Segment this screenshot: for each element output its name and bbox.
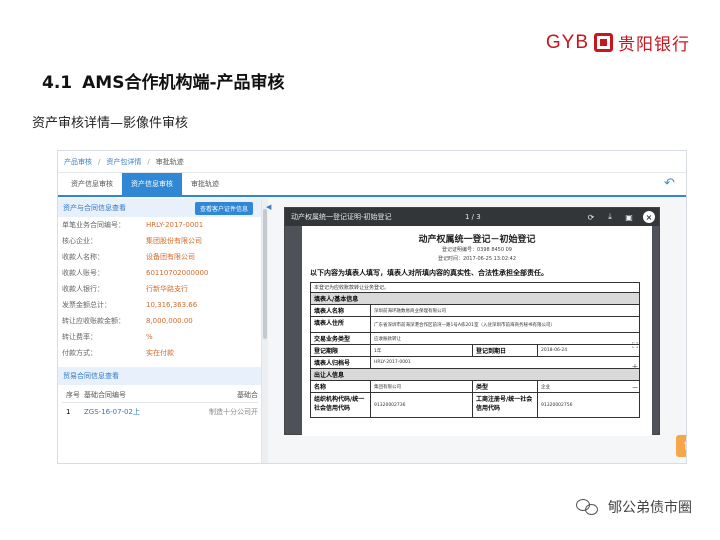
app-screenshot: 产品审核 / 资产包详情 / 审批轨迹 资产信息审核 资产信息审核 审批轨迹 ↶…: [57, 150, 687, 464]
logo-text-cn: 贵阳银行: [618, 35, 690, 55]
viewer-toolbar: 动产权属统一登记证明-初始登记 1 / 3 ⟳ ⤓ ▣ ×: [285, 208, 659, 226]
close-icon[interactable]: ×: [643, 211, 655, 223]
tab-asset-info[interactable]: 资产信息审核: [62, 173, 122, 195]
field-payee-account: 收款人账号： 60110702000000: [62, 269, 209, 277]
zoom-in-icon[interactable]: +: [630, 362, 640, 372]
field-contract-no: 单笔业务合同编号： HRLY-2017-0001: [62, 221, 204, 229]
upload-button[interactable]: ⇧: [676, 435, 686, 457]
table-header: 序号 基础合同编号 基础合: [62, 387, 258, 403]
bank-logo: GYB 贵阳银行: [545, 30, 690, 56]
field-payee-name: 收款人名称： 设备团有限公司: [62, 253, 195, 261]
doc-title: 动产权属统一登记－初始登记: [418, 235, 536, 245]
doc-section-filer: 填表人/基本信息: [311, 293, 639, 304]
left-panel-scrollbar[interactable]: [262, 199, 268, 463]
doc-section-transferor: 出让人信息: [311, 369, 639, 380]
field-core-enterprise: 核心企业： 集团股份有限公司: [62, 237, 202, 245]
breadcrumb: 产品审核 / 资产包详情 / 审批轨迹: [58, 151, 686, 173]
breadcrumb-separator: /: [98, 157, 101, 166]
field-transfer-amount: 转让应收账款金额： 8,000,000.00: [62, 317, 193, 325]
page-indicator: 1 / 3: [465, 213, 481, 221]
section-title: 资产与合同信息查看: [63, 204, 126, 212]
heading-title: AMS合作机构端-产品审核: [82, 73, 285, 93]
table-row[interactable]: 1 ZGS-16-07-02上 制造十分公司开: [62, 403, 258, 421]
fit-screen-icon[interactable]: ⛶: [630, 341, 640, 351]
doc-table: 本登记为应收账款转让业务登记。 填表人/基本信息 填表人名称 深圳前海环融数易商业…: [310, 282, 640, 418]
logo-text-en: GYB: [545, 31, 589, 53]
print-icon[interactable]: ▣: [624, 213, 634, 222]
scrollbar-thumb[interactable]: [263, 209, 267, 339]
document-viewer: 动产权属统一登记证明-初始登记 1 / 3 ⟳ ⤓ ▣ × 动产权属统一登记－初…: [284, 207, 660, 436]
doc-notice: 以下内容为填表人填写，填表人对所填内容的真实性、合法性承担全部责任。: [310, 269, 548, 277]
breadcrumb-separator: /: [147, 157, 150, 166]
field-transfer-rate: 转让费率：%: [62, 333, 153, 341]
doc-statement: 本登记为应收账款转让业务登记。: [314, 285, 390, 291]
section-heading: 4.1 AMS合作机构端-产品审核: [42, 68, 285, 93]
left-panel: 资产与合同信息查看 查看客户证件信息 单笔业务合同编号： HRLY-2017-00…: [58, 199, 262, 463]
slide: GYB 贵阳银行 4.1 AMS合作机构端-产品审核 资产审核详情—影像件审核 产…: [0, 0, 720, 540]
trade-contract-table: 序号 基础合同编号 基础合 1 ZGS-16-07-02上 制造十分公司开: [62, 387, 258, 421]
tab-approval-trail[interactable]: 审批轨迹: [182, 173, 228, 195]
viewer-actions: ⟳ ⤓ ▣ ×: [586, 211, 655, 223]
doc-reg-time: 登记时间：2017-06-25 13:02:42: [437, 256, 517, 262]
collapse-arrow-icon[interactable]: ◀: [266, 203, 271, 211]
tab-asset-info-active[interactable]: 资产信息审核: [122, 173, 182, 195]
breadcrumb-approval-trail: 审批轨迹: [155, 157, 184, 166]
back-icon[interactable]: ↶: [664, 177, 678, 191]
field-invoice-total: 发票金额总计： 10,316,363.66: [62, 301, 198, 309]
zoom-out-icon[interactable]: −: [630, 383, 640, 393]
subheading: 资产审核详情—影像件审核: [32, 116, 189, 131]
doc-reg-no: 登记证明编号：0398 8450 09: [442, 247, 512, 253]
field-payment-method: 付款方式： 实在付款: [62, 349, 174, 357]
watermark: 郇公弟债市圈: [576, 497, 692, 517]
breadcrumb-package-detail[interactable]: 资产包详情: [106, 157, 141, 167]
section-trade-contract[interactable]: 贸易合同信息查看: [58, 367, 261, 385]
heading-number: 4.1: [42, 73, 73, 93]
viewer-side-tools: ⛶ + −: [630, 341, 640, 393]
rotate-icon[interactable]: ⟳: [586, 213, 596, 222]
tab-bar: 资产信息审核 资产信息审核 审批轨迹 ↶: [58, 173, 686, 197]
section-title: 贸易合同信息查看: [63, 372, 119, 380]
viewer-doc-name: 动产权属统一登记证明-初始登记: [291, 213, 392, 221]
watermark-text: 郇公弟债市圈: [608, 500, 692, 516]
wechat-icon: [576, 498, 600, 516]
contract-link[interactable]: ZGS-16-07-02上: [84, 407, 154, 417]
field-payee-bank: 收款人银行： 行新华路支行: [62, 285, 188, 293]
section-asset-contract[interactable]: 资产与合同信息查看 查看客户证件信息: [58, 199, 261, 217]
breadcrumb-product-review[interactable]: 产品审核: [64, 157, 92, 167]
download-icon[interactable]: ⤓: [605, 212, 615, 222]
upload-icon: ⇧: [682, 439, 686, 454]
document-page: 动产权属统一登记－初始登记 登记证明编号：0398 8450 09 登记时间：2…: [302, 226, 652, 436]
logo-mark-icon: [594, 33, 613, 52]
view-customer-id-button[interactable]: 查看客户证件信息: [194, 201, 253, 215]
